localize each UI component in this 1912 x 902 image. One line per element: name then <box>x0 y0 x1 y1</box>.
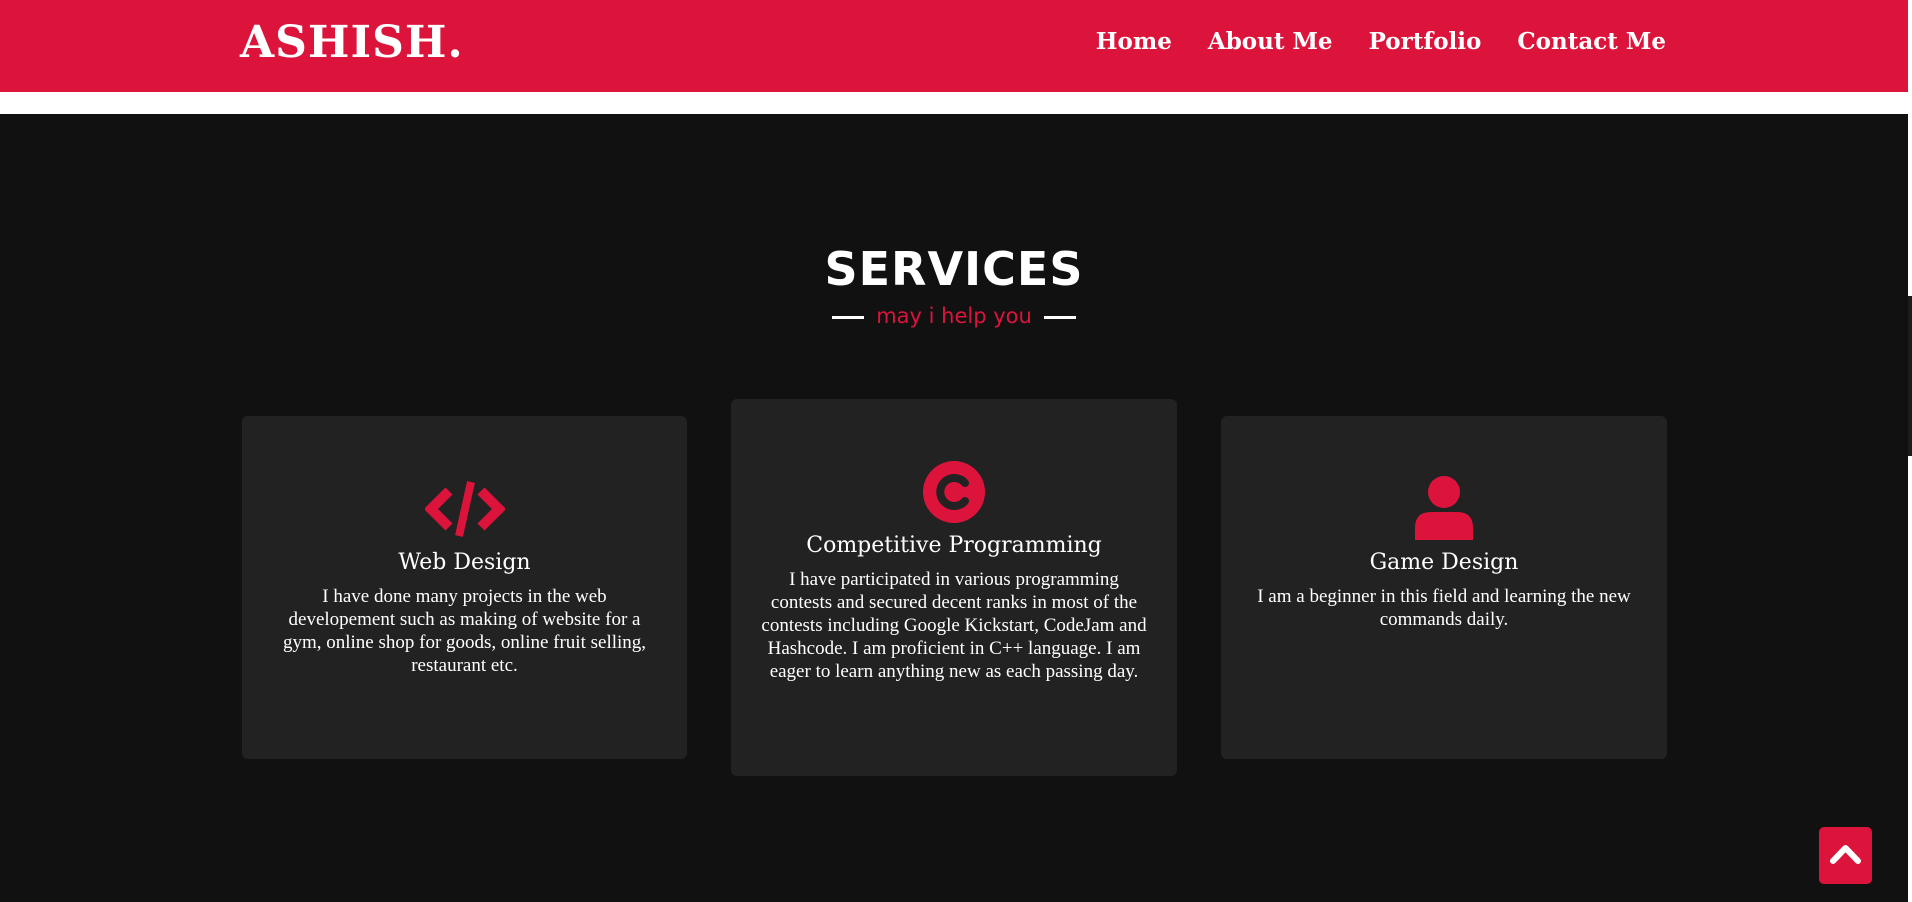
service-title: Competitive Programming <box>806 533 1102 558</box>
code-icon <box>424 481 505 537</box>
subtitle-right-line <box>1044 315 1077 319</box>
services-subtitle: may i help you <box>0 304 1908 328</box>
site-logo[interactable]: ASHISH. <box>240 17 464 68</box>
nav-link-contact-me[interactable]: Contact Me <box>1517 28 1666 55</box>
header-divider <box>0 92 1908 114</box>
service-card-competitive-programming: Competitive Programming I have participa… <box>731 399 1177 776</box>
service-card-web-design: Web Design I have done many projects in … <box>242 416 687 759</box>
nav-link-portfolio[interactable]: Portfolio <box>1369 28 1482 55</box>
service-title: Web Design <box>398 550 531 575</box>
service-title: Game Design <box>1369 550 1519 575</box>
service-description: I am a beginner in this field and learni… <box>1257 586 1631 630</box>
nav-link-home[interactable]: Home <box>1096 28 1172 55</box>
service-description: I have done many projects in the web dev… <box>282 586 647 676</box>
scrollbar-thumb[interactable] <box>1908 296 1912 456</box>
service-description: I have participated in various programmi… <box>761 569 1147 682</box>
subtitle-text: may i help you <box>876 304 1032 328</box>
service-card-game-design: Game Design I am a beginner in this fiel… <box>1221 416 1667 759</box>
navbar: ASHISH. Home About Me Portfolio Contact … <box>0 0 1908 92</box>
copyright-c-icon <box>923 461 985 523</box>
nav-menu: Home About Me Portfolio Contact Me <box>1096 28 1666 55</box>
nav-link-about-me[interactable]: About Me <box>1208 28 1333 55</box>
scroll-to-top-button[interactable] <box>1819 827 1872 884</box>
chevron-up-icon <box>1830 845 1861 864</box>
services-title: SERVICES <box>824 242 1084 296</box>
user-icon <box>1415 476 1473 540</box>
subtitle-left-line <box>831 315 864 319</box>
